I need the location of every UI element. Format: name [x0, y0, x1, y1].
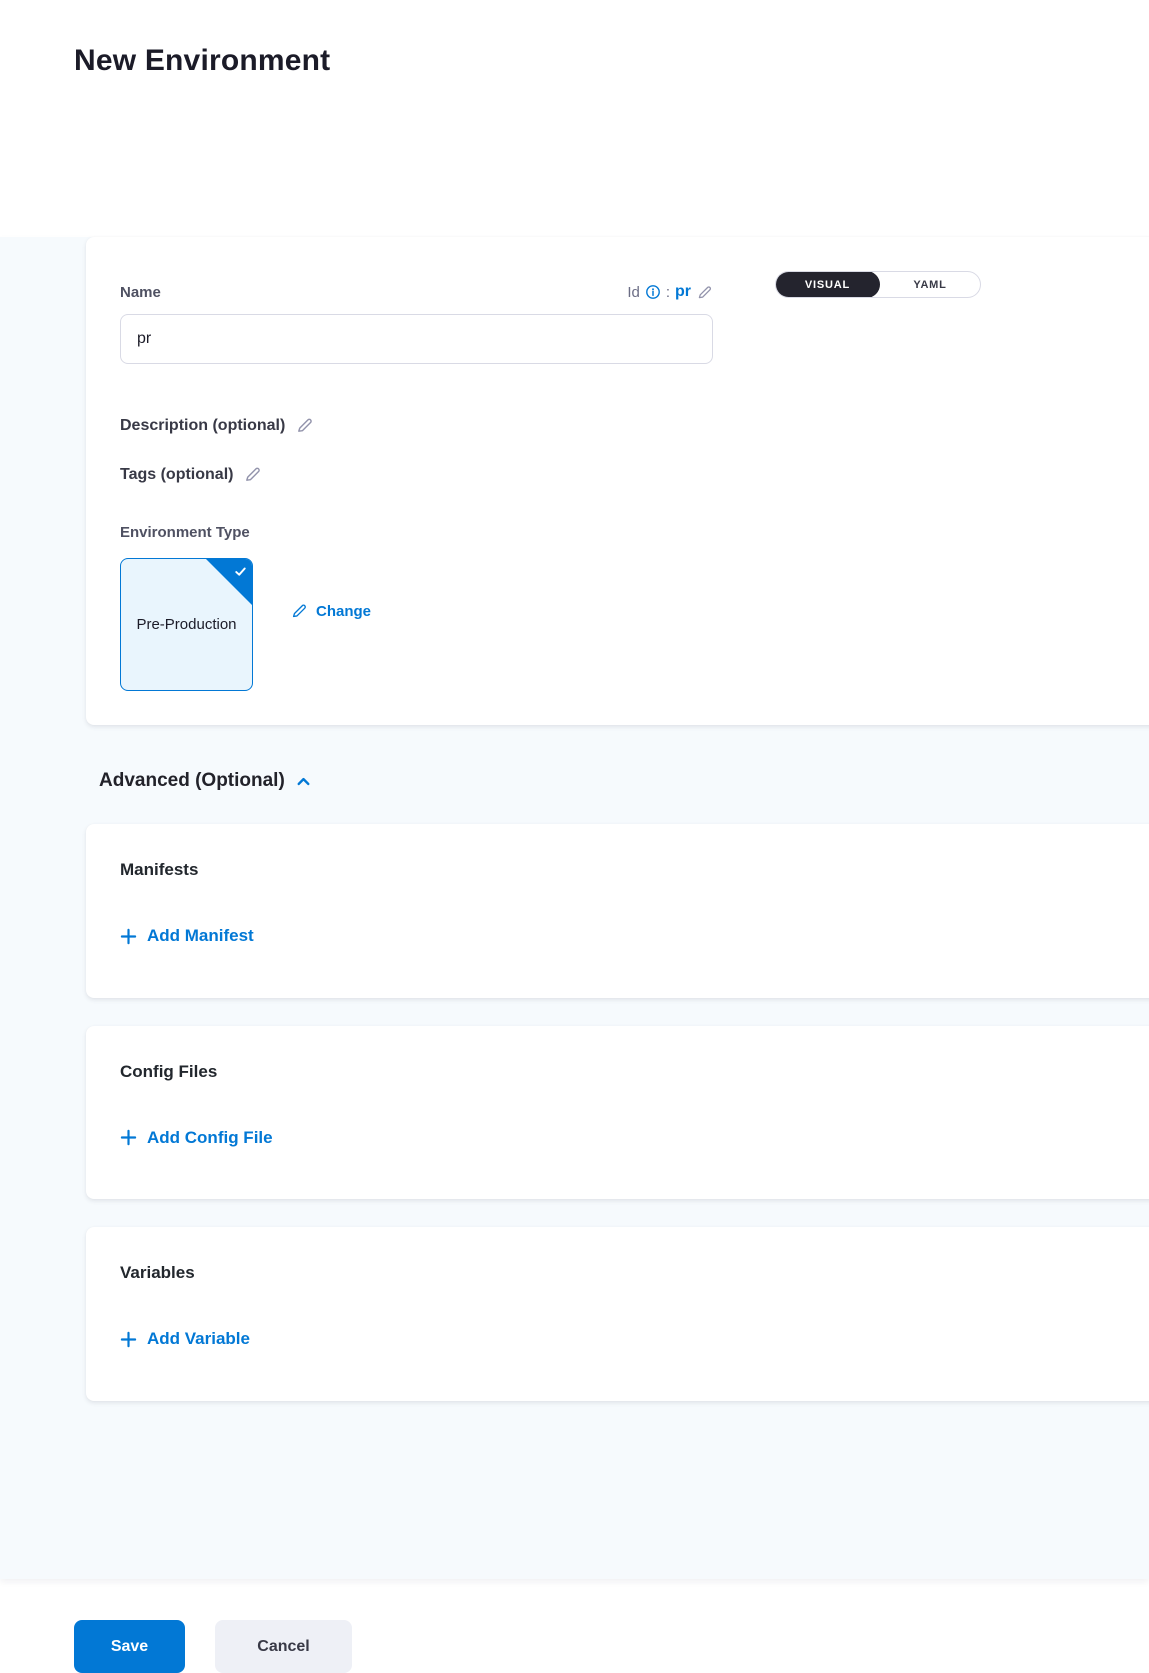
- plus-icon: [120, 1129, 137, 1146]
- description-label: Description (optional): [120, 417, 285, 435]
- description-row: Description (optional): [120, 416, 1121, 435]
- edit-description-icon[interactable]: [295, 416, 314, 435]
- manifests-card: Manifests Add Manifest: [86, 824, 1149, 998]
- info-icon[interactable]: [645, 284, 661, 300]
- change-label: Change: [316, 603, 371, 620]
- environment-type-section: Environment Type Pre-Production: [120, 524, 1121, 691]
- environment-type-label: Environment Type: [120, 524, 250, 541]
- plus-icon: [120, 928, 137, 945]
- page-title: New Environment: [74, 44, 1149, 78]
- check-icon: [233, 564, 248, 579]
- cancel-button[interactable]: Cancel: [215, 1620, 352, 1673]
- save-button[interactable]: Save: [74, 1620, 185, 1673]
- name-input[interactable]: [120, 314, 713, 364]
- id-label: Id: [627, 284, 640, 301]
- config-files-card: Config Files Add Config File: [86, 1026, 1149, 1200]
- id-display: Id : pr: [627, 283, 713, 301]
- edit-change-icon: [290, 602, 308, 620]
- env-type-tile-pre-production[interactable]: Pre-Production: [120, 558, 253, 691]
- form-area: VISUAL YAML Name Id : pr: [0, 237, 1149, 1579]
- tags-label: Tags (optional): [120, 466, 233, 484]
- new-environment-page: New Environment VISUAL YAML Name Id: [0, 0, 1149, 1600]
- id-separator: :: [666, 284, 670, 301]
- variables-card: Variables Add Variable: [86, 1227, 1149, 1401]
- tags-row: Tags (optional): [120, 465, 1121, 484]
- visual-yaml-toggle: VISUAL YAML: [775, 271, 981, 298]
- variables-title: Variables: [120, 1263, 1121, 1283]
- manifests-title: Manifests: [120, 860, 1121, 880]
- plus-icon: [120, 1331, 137, 1348]
- environment-details-card: Name Id : pr: [86, 237, 1149, 725]
- add-manifest-label: Add Manifest: [147, 926, 254, 946]
- page-header: New Environment: [0, 0, 1149, 141]
- add-variable-label: Add Variable: [147, 1329, 250, 1349]
- footer-actions: Save Cancel: [0, 1579, 1149, 1673]
- name-id-row: Name Id : pr: [120, 283, 713, 301]
- change-env-type-button[interactable]: Change: [290, 602, 371, 620]
- advanced-section-toggle[interactable]: Advanced (Optional): [99, 770, 312, 792]
- toggle-visual[interactable]: VISUAL: [775, 271, 880, 298]
- edit-tags-icon[interactable]: [243, 465, 262, 484]
- add-manifest-button[interactable]: Add Manifest: [120, 926, 254, 946]
- add-config-file-button[interactable]: Add Config File: [120, 1128, 273, 1148]
- name-label: Name: [120, 284, 161, 301]
- chevron-up-icon: [295, 773, 312, 790]
- environment-type-row: Pre-Production: [120, 558, 1121, 691]
- config-files-title: Config Files: [120, 1062, 1121, 1082]
- add-variable-button[interactable]: Add Variable: [120, 1329, 250, 1349]
- toggle-yaml[interactable]: YAML: [880, 272, 980, 297]
- env-type-tile-label: Pre-Production: [136, 614, 236, 636]
- add-config-file-label: Add Config File: [147, 1128, 273, 1148]
- id-value: pr: [675, 283, 691, 301]
- advanced-label: Advanced (Optional): [99, 770, 285, 792]
- edit-id-icon[interactable]: [696, 284, 713, 301]
